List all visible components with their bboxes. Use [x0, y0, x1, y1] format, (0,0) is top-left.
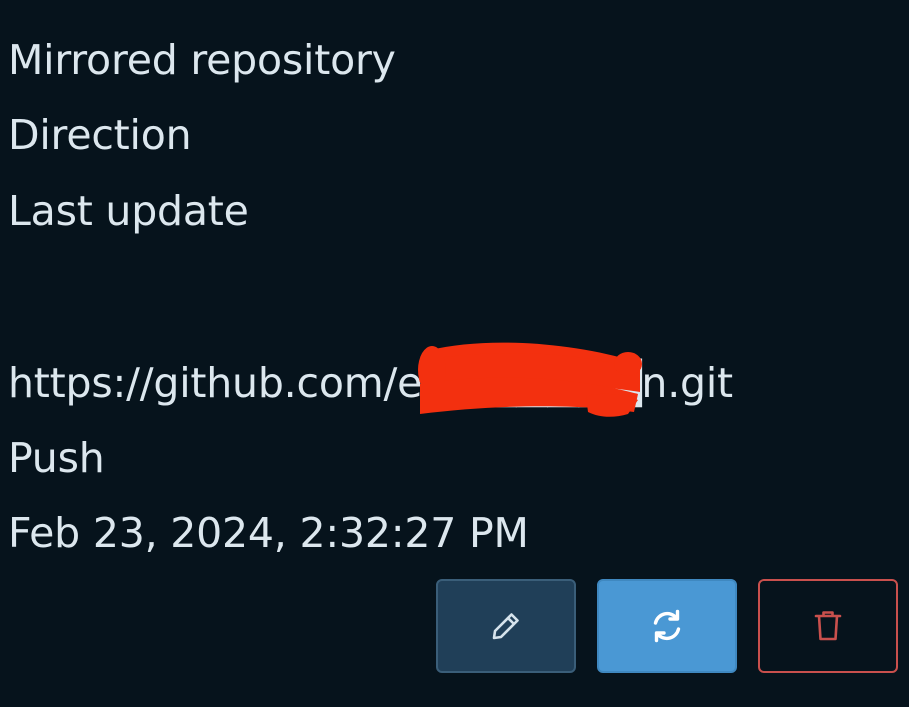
- pencil-icon: [492, 613, 519, 640]
- refresh-icon: [653, 609, 681, 643]
- repository-url-value: https://github.com/e███████n.git: [8, 359, 733, 407]
- last-update-label: Last update: [8, 187, 249, 235]
- direction-label: Direction: [8, 111, 192, 159]
- sync-button[interactable]: [597, 579, 737, 673]
- mirrored-repository-label: Mirrored repository: [8, 36, 396, 84]
- trash-icon: [814, 611, 842, 641]
- last-update-value: Feb 23, 2024, 2:32:27 PM: [8, 509, 529, 557]
- delete-button[interactable]: [758, 579, 898, 673]
- edit-button[interactable]: [436, 579, 576, 673]
- direction-value: Push: [8, 434, 105, 482]
